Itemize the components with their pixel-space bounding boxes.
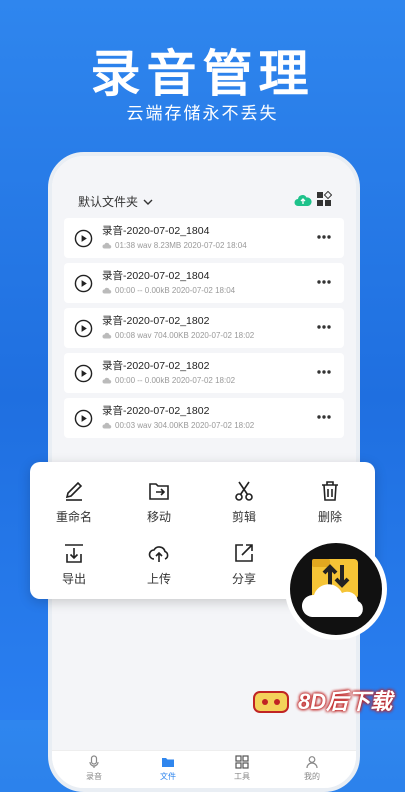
folder-icon	[162, 758, 174, 767]
tab-profile[interactable]: 我的	[292, 755, 332, 782]
play-icon[interactable]	[74, 274, 93, 293]
move-folder-icon	[149, 483, 169, 500]
play-icon[interactable]	[74, 229, 93, 248]
recording-meta: 01:38 wav 8.23MB 2020-07-02 18:04	[102, 241, 247, 250]
list-item[interactable]: 录音-2020-07-02_1802 00:00 -- 0.00kB 2020-…	[64, 353, 344, 393]
play-icon[interactable]	[74, 409, 93, 428]
export-icon	[65, 544, 83, 563]
recording-name: 录音-2020-07-02_1802	[102, 360, 210, 372]
more-icon[interactable]	[316, 365, 332, 379]
bottom-tab-bar: 录音 文件 工具 我的	[52, 750, 356, 788]
recording-meta: 00:03 wav 304.00KB 2020-07-02 18:02	[102, 421, 254, 430]
more-icon[interactable]	[316, 410, 332, 424]
tab-record[interactable]: 录音	[74, 755, 114, 782]
upload-button[interactable]: 上传	[129, 542, 189, 588]
cloud-icon	[102, 287, 112, 294]
chevron-down-icon	[143, 199, 153, 205]
cloud-icon	[102, 422, 112, 429]
scissors-icon	[235, 481, 253, 501]
delete-button[interactable]: 删除	[300, 480, 360, 526]
play-icon[interactable]	[74, 319, 93, 338]
file-toolbar: 默认文件夹	[52, 189, 356, 215]
more-icon[interactable]	[316, 230, 332, 244]
list-item[interactable]: 录音-2020-07-02_1804 00:00 -- 0.00kB 2020-…	[64, 263, 344, 303]
recording-name: 录音-2020-07-02_1802	[102, 315, 210, 327]
share-icon	[235, 544, 253, 562]
profile-icon	[306, 756, 318, 769]
folder-label: 默认文件夹	[78, 195, 139, 209]
watermark-text: 8D后下载	[298, 689, 393, 714]
clip-button[interactable]: 剪辑	[214, 480, 274, 526]
recording-name: 录音-2020-07-02_1804	[102, 270, 210, 282]
list-item[interactable]: 录音-2020-07-02_1802 00:08 wav 704.00KB 20…	[64, 308, 344, 348]
tab-tools[interactable]: 工具	[222, 755, 262, 782]
recording-meta: 00:00 -- 0.00kB 2020-07-02 18:02	[102, 376, 235, 385]
recording-name: 录音-2020-07-02_1804	[102, 225, 210, 237]
rename-button[interactable]: 重命名	[44, 480, 104, 526]
recording-meta: 00:08 wav 704.00KB 2020-07-02 18:02	[102, 331, 254, 340]
tools-icon	[235, 755, 249, 769]
cloud-icon	[102, 332, 112, 339]
cloud-upload-icon	[148, 546, 169, 562]
cloud-transfer-icon	[301, 559, 363, 617]
hero-subtitle: 云端存储永不丢失	[126, 104, 279, 123]
mic-icon	[89, 755, 99, 768]
cloud-icon	[102, 242, 112, 249]
move-button[interactable]: 移动	[129, 480, 189, 526]
play-icon[interactable]	[74, 364, 93, 383]
hero-title: 录音管理	[90, 46, 315, 102]
view-grid-icon[interactable]	[316, 191, 332, 207]
cloud-transfer-badge	[285, 538, 387, 640]
share-button[interactable]: 分享	[214, 542, 274, 588]
more-icon[interactable]	[316, 275, 332, 289]
more-icon[interactable]	[316, 320, 332, 334]
list-item[interactable]: 录音-2020-07-02_1804 01:38 wav 8.23MB 2020…	[64, 218, 344, 258]
trash-icon	[322, 481, 338, 501]
cloud-upload-icon[interactable]	[294, 193, 312, 207]
folder-selector[interactable]: 默认文件夹	[78, 193, 154, 210]
export-button[interactable]: 导出	[44, 542, 104, 588]
pencil-icon	[65, 481, 83, 501]
recording-list: 录音-2020-07-02_1804 01:38 wav 8.23MB 2020…	[64, 218, 344, 443]
recording-name: 录音-2020-07-02_1802	[102, 405, 210, 417]
cloud-icon	[102, 377, 112, 384]
tab-files[interactable]: 文件	[148, 755, 188, 782]
list-item[interactable]: 录音-2020-07-02_1802 00:03 wav 304.00KB 20…	[64, 398, 344, 438]
recording-meta: 00:00 -- 0.00kB 2020-07-02 18:04	[102, 286, 235, 295]
